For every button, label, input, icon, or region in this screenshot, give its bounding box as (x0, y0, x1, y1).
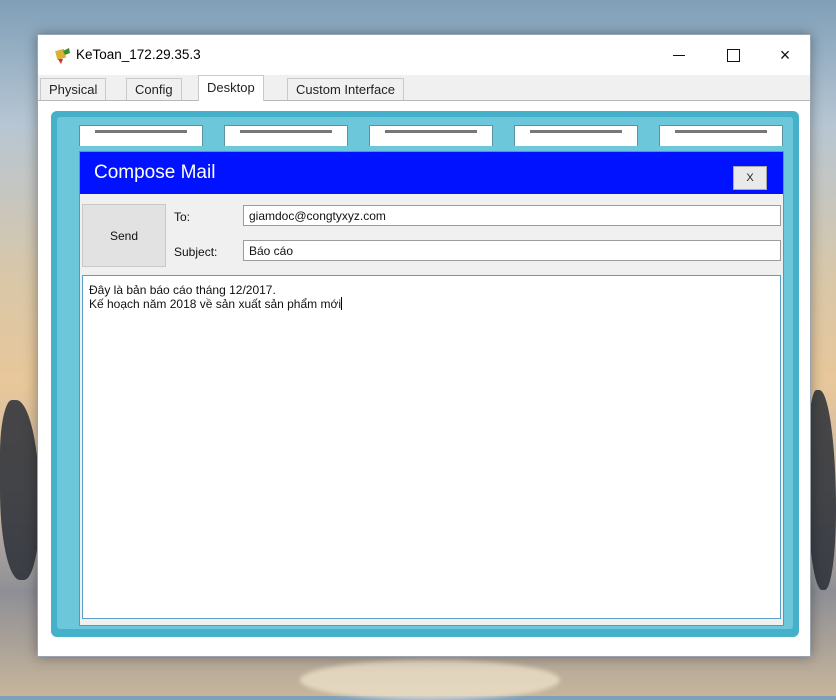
tab-physical[interactable]: Physical (40, 78, 107, 100)
tab-bar: Physical Config Desktop Custom Interface (38, 75, 810, 101)
minimize-button[interactable] (656, 39, 702, 71)
message-body-line: Đây là bản báo cáo tháng 12/2017. (89, 283, 276, 297)
packet-tracer-pc-icon (55, 48, 70, 64)
wallpaper-cloud (300, 660, 560, 700)
desktop-area: Compose Mail X Send To: giamdoc@congtyxy… (51, 111, 799, 637)
close-icon: × (779, 44, 791, 65)
desktop-app-tile[interactable] (79, 125, 203, 146)
minimize-icon (673, 54, 685, 56)
subject-label: Subject: (174, 245, 218, 259)
compose-header: Compose Mail X (80, 152, 783, 194)
message-body-line: Kế hoạch năm 2018 về sản xuất sản phẩm m… (89, 297, 343, 311)
desktop-app-tile[interactable] (369, 125, 493, 146)
compose-mail-panel: Compose Mail X Send To: giamdoc@congtyxy… (79, 151, 784, 626)
to-label: To: (174, 210, 191, 224)
title-bar: KeToan_172.29.35.3 × (38, 35, 810, 75)
tab-desktop[interactable]: Desktop (198, 75, 264, 101)
compose-title: Compose Mail (94, 162, 216, 183)
to-field[interactable]: giamdoc@congtyxyz.com (243, 205, 781, 226)
text-caret (341, 297, 343, 310)
wallpaper-tree-left (0, 400, 40, 580)
maximize-button[interactable] (710, 39, 756, 71)
maximize-icon (726, 48, 740, 62)
tab-custom-interface[interactable]: Custom Interface (287, 78, 404, 100)
send-button[interactable]: Send (82, 204, 166, 267)
wallpaper-tree-right (808, 390, 836, 590)
close-button[interactable]: × (762, 39, 808, 71)
tab-config[interactable]: Config (126, 78, 182, 100)
desktop-app-tile[interactable] (514, 125, 638, 146)
desktop-app-tile[interactable] (659, 125, 783, 146)
message-body-textarea[interactable]: Đây là bản báo cáo tháng 12/2017. Kế hoạ… (82, 275, 781, 619)
desktop-inner: Compose Mail X Send To: giamdoc@congtyxy… (57, 117, 793, 629)
compose-close-button[interactable]: X (733, 166, 767, 190)
window-title: KeToan_172.29.35.3 (76, 47, 201, 62)
subject-field[interactable]: Báo cáo (243, 240, 781, 261)
desktop-app-tile[interactable] (224, 125, 348, 146)
app-window: KeToan_172.29.35.3 × Physical Config Des… (37, 34, 811, 657)
